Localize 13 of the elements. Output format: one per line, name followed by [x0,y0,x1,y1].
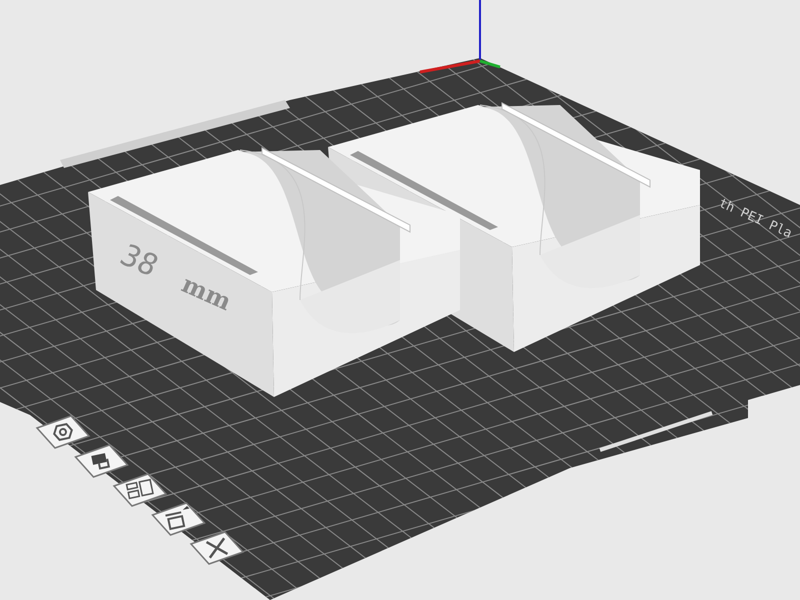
toolbar-button[interactable] [36,415,90,449]
model-label: 38 [114,238,164,284]
cross-icon [205,537,229,559]
toolbar-button[interactable] [112,473,168,507]
bed-label: th PEI Pla [716,196,794,242]
cup-icon [91,453,110,470]
hexagon-icon [53,423,73,441]
layout-icon [126,478,154,500]
model-label: mm [178,269,236,316]
toolbar-button[interactable] [190,531,244,565]
toolbar-button[interactable] [151,502,206,536]
toolbar-button[interactable] [74,444,129,478]
window-icon [165,506,190,530]
